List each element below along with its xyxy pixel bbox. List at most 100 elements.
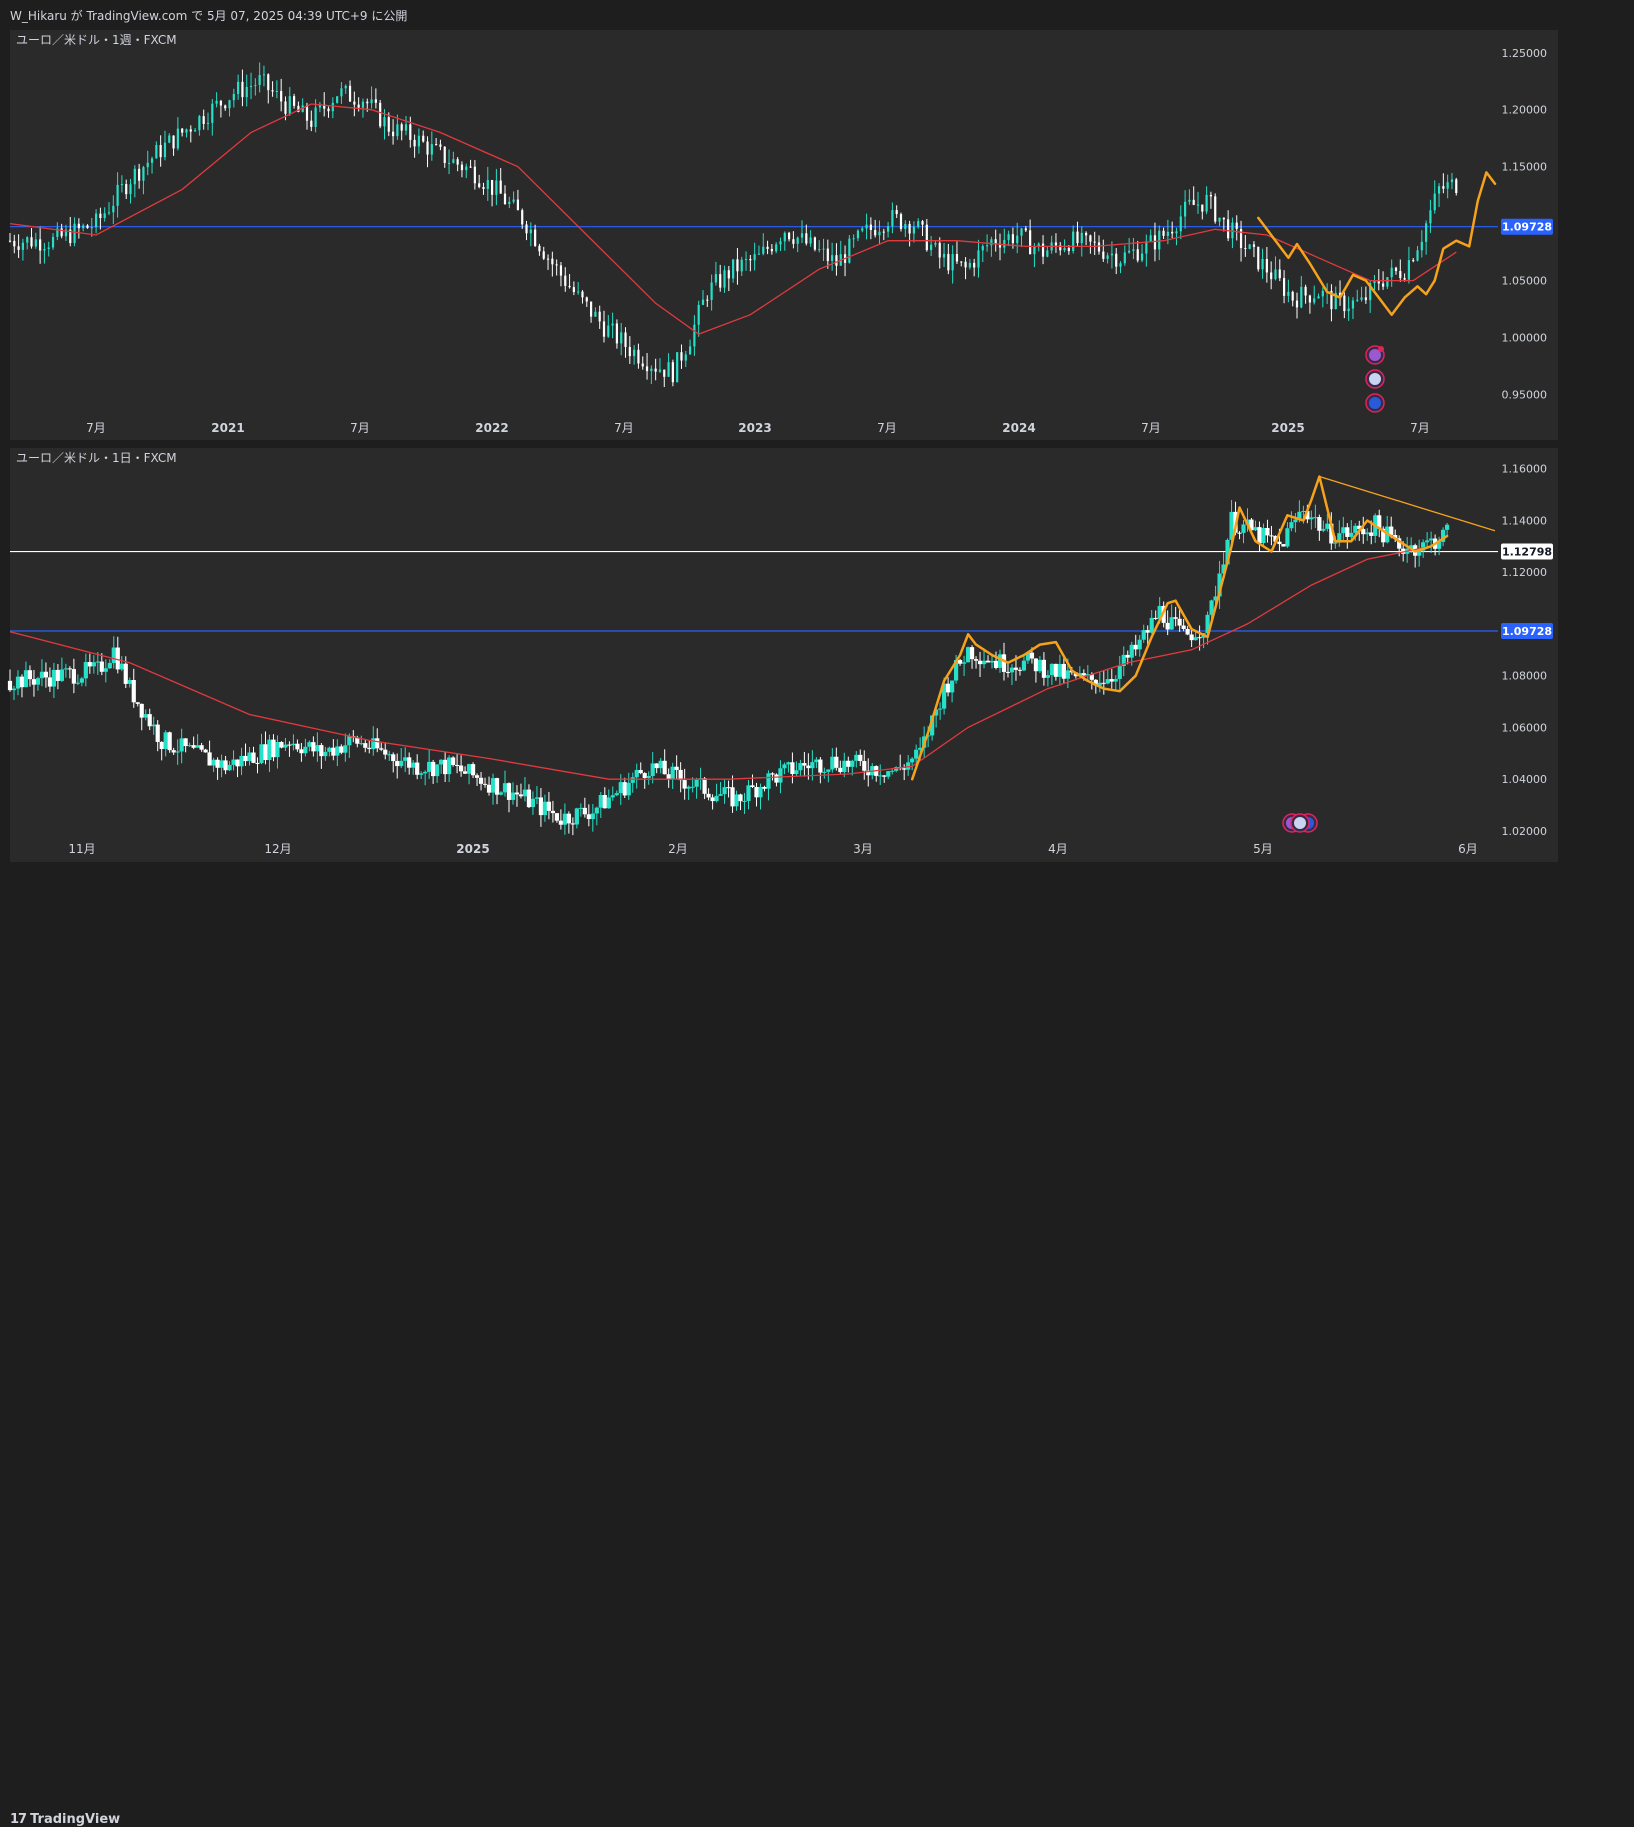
candle-down <box>1165 622 1170 630</box>
candle-up <box>714 795 719 802</box>
candle-down <box>754 786 759 798</box>
candle-up <box>103 668 108 672</box>
candle-down <box>311 742 316 752</box>
candle-down <box>435 144 438 146</box>
candle-down <box>43 671 49 678</box>
candle-down <box>138 168 141 181</box>
chart-footer: 17 TradingView <box>0 904 1634 1827</box>
candle-up <box>371 738 376 750</box>
candle-up <box>688 346 692 355</box>
candle-up <box>1241 524 1246 533</box>
eu-flag-event-icon <box>1365 393 1385 413</box>
candle-up <box>977 250 980 268</box>
candle-down <box>835 255 838 266</box>
candle-down <box>474 775 480 778</box>
candle-down <box>486 784 492 793</box>
candle-up <box>590 813 595 820</box>
candle-down <box>7 680 13 691</box>
candle-down <box>1412 260 1415 262</box>
candle-up <box>693 324 696 347</box>
candle-up <box>423 771 428 774</box>
candle-down <box>1265 258 1268 273</box>
candle-up <box>606 797 611 809</box>
candle-down <box>1041 243 1045 257</box>
candle-up <box>247 752 252 762</box>
candle-up <box>778 768 783 783</box>
candle-up <box>618 782 623 794</box>
candle-up <box>259 744 264 764</box>
candle-up <box>798 763 803 771</box>
y-tick-label: 1.16000 <box>1502 463 1548 476</box>
candle-up <box>951 254 954 271</box>
candle-down <box>521 210 524 225</box>
x-tick-label: 7月 <box>86 421 106 435</box>
candle-down <box>407 757 412 768</box>
candle-up <box>1416 250 1419 261</box>
candle-down <box>123 663 128 684</box>
candle-down <box>1115 253 1118 267</box>
candle-down <box>770 773 775 775</box>
candle-up <box>917 221 920 227</box>
candle-up <box>856 230 860 239</box>
candle-down <box>518 794 524 797</box>
y-tick-label: 1.06000 <box>1502 721 1548 734</box>
candle-up <box>1106 255 1109 259</box>
candle-down <box>1001 654 1007 672</box>
candle-up <box>396 124 399 137</box>
candle-down <box>1237 532 1242 534</box>
candle-down <box>806 765 811 769</box>
candle-down <box>749 259 752 261</box>
candle-up <box>370 99 373 104</box>
candle-up <box>91 662 96 667</box>
candle-up <box>861 228 864 231</box>
candle-down <box>674 766 679 770</box>
candle-down <box>730 787 735 807</box>
candle-up <box>262 74 266 76</box>
candle-down <box>554 813 559 821</box>
candle-up <box>814 759 819 763</box>
candle-down <box>339 746 344 753</box>
candle-down <box>482 783 488 785</box>
candle-down <box>391 754 396 762</box>
candle-down <box>422 135 425 142</box>
candle-up <box>718 794 723 796</box>
candle-up <box>1450 179 1454 183</box>
candle-up <box>831 255 834 261</box>
price-label: 1.09728 <box>1502 625 1552 638</box>
candle-up <box>701 299 705 305</box>
candle-up <box>848 238 851 263</box>
candle-down <box>525 224 528 234</box>
candle-up <box>985 245 989 247</box>
candle-up <box>232 93 235 101</box>
candle-up <box>742 800 747 802</box>
candle-down <box>662 760 667 775</box>
us-flag-event-icon-fill <box>1369 373 1381 385</box>
candle-down <box>1192 199 1195 205</box>
candle-down <box>946 683 951 693</box>
candle-down <box>1089 235 1092 242</box>
candle-up <box>594 807 599 814</box>
candle-up <box>1183 201 1187 217</box>
candle-up <box>83 662 88 679</box>
candle-up <box>842 760 847 773</box>
candle-down <box>456 159 459 165</box>
candle-up <box>359 743 364 745</box>
x-tick-label: 7月 <box>1410 421 1430 435</box>
candle-up <box>1321 528 1326 531</box>
candle-down <box>993 660 999 668</box>
x-tick-label: 11月 <box>68 842 95 856</box>
candle-up <box>930 244 933 251</box>
candle-up <box>1110 253 1114 256</box>
candle-down <box>482 187 485 189</box>
candle-down <box>431 761 436 777</box>
candle-up <box>1063 247 1066 251</box>
candle-down <box>67 668 72 670</box>
candle-down <box>706 299 709 301</box>
candle-up <box>1407 260 1411 280</box>
candle-up <box>578 807 583 809</box>
notification-dot <box>1378 346 1384 352</box>
candle-up <box>1193 637 1198 641</box>
candle-up <box>650 368 653 372</box>
candle-down <box>1189 634 1194 641</box>
candle-up <box>344 85 347 89</box>
